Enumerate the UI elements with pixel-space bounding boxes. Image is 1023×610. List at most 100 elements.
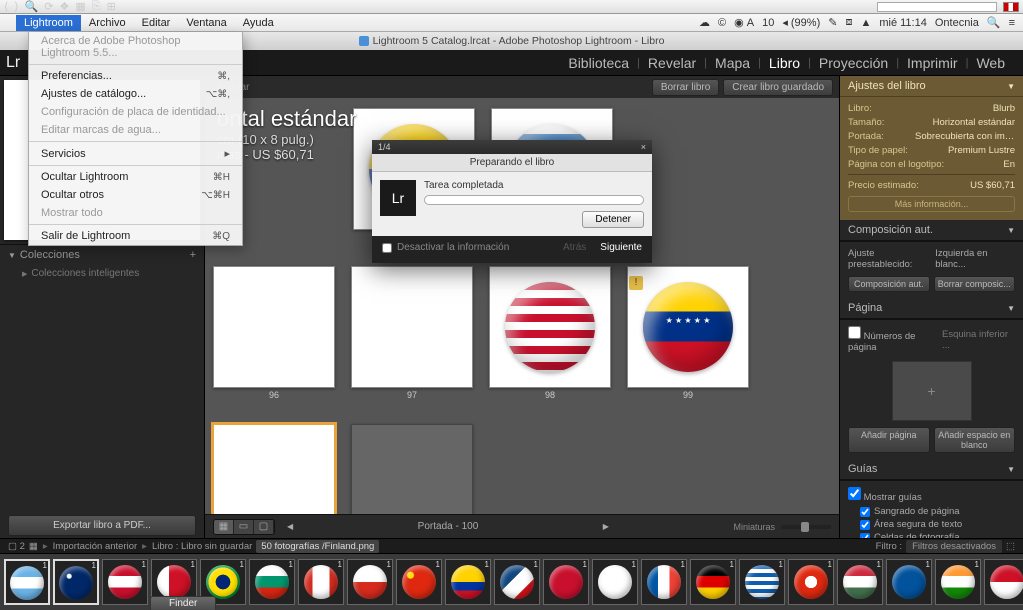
- module-revelar[interactable]: Revelar: [640, 55, 704, 71]
- menu-quit[interactable]: Salir de Lightroom⌘Q: [29, 227, 242, 245]
- filmstrip-thumb[interactable]: 1: [494, 559, 540, 605]
- module-proyeccion[interactable]: Proyección: [811, 55, 896, 71]
- os-icon[interactable]: ▦: [75, 0, 85, 13]
- os-tray-icon[interactable]: [1003, 2, 1019, 12]
- menubar-spotlight-icon[interactable]: 🔍: [987, 16, 1001, 29]
- menubar-cc-icon[interactable]: ☁: [699, 16, 710, 29]
- autolayout-button[interactable]: Composición aut.: [848, 276, 930, 292]
- filter-lock-icon[interactable]: ⬚: [1006, 541, 1015, 552]
- page-thumb[interactable]: [351, 266, 473, 388]
- menubar-notifications-icon[interactable]: ≡: [1009, 17, 1015, 29]
- menu-preferences[interactable]: Preferencias...⌘,: [29, 67, 242, 85]
- menubar-evernote-icon[interactable]: ✎: [828, 16, 837, 29]
- thumb-size-slider[interactable]: [781, 525, 831, 529]
- filmstrip-thumb[interactable]: 1: [396, 559, 442, 605]
- smart-collections[interactable]: ▶Colecciones inteligentes: [0, 265, 204, 282]
- add-page-button[interactable]: Añadir página: [848, 427, 930, 453]
- menubar-user[interactable]: Ontecnia: [935, 17, 979, 29]
- book-toolbar: guardar Borrar libro Crear libro guardad…: [205, 76, 839, 98]
- filmstrip-thumb[interactable]: 1: [249, 559, 295, 605]
- add-blank-button[interactable]: Añadir espacio en blanco: [934, 427, 1016, 453]
- warning-icon[interactable]: !: [629, 276, 643, 290]
- filmstrip-thumb[interactable]: 1: [690, 559, 736, 605]
- filmstrip-thumb[interactable]: 1: [984, 559, 1023, 605]
- dialog-close-icon[interactable]: ×: [641, 142, 646, 152]
- filmstrip-thumb[interactable]: 1: [739, 559, 785, 605]
- disable-info-checkbox[interactable]: [382, 243, 392, 253]
- os-icon[interactable]: ⟨: [4, 0, 8, 13]
- page-thumb[interactable]: [213, 266, 335, 388]
- pagenumbers-checkbox[interactable]: [848, 326, 861, 339]
- filmstrip-thumb[interactable]: 1: [445, 559, 491, 605]
- page-thumb-selected[interactable]: [213, 424, 335, 514]
- os-icon[interactable]: ⎘: [92, 0, 101, 13]
- show-guides-checkbox[interactable]: [848, 487, 861, 500]
- filmstrip-thumb[interactable]: 1: [837, 559, 883, 605]
- collections-header[interactable]: ▼Colecciones+: [0, 245, 204, 265]
- os-search-field[interactable]: [877, 2, 997, 12]
- export-pdf-button[interactable]: Exportar libro a PDF...: [8, 515, 196, 536]
- next-button[interactable]: Siguiente: [600, 242, 642, 253]
- guide-bleed-checkbox[interactable]: [860, 507, 870, 517]
- os-icon[interactable]: 🔍: [25, 0, 39, 13]
- filmstrip-thumb[interactable]: 1: [543, 559, 589, 605]
- finder-tab[interactable]: Finder: [150, 596, 216, 610]
- menu-archivo[interactable]: Archivo: [81, 15, 134, 31]
- filter-dropdown[interactable]: Filtros desactivados: [906, 540, 1002, 553]
- right-panel: Ajustes del libro▼ Libro:Blurb Tamaño:Ho…: [839, 76, 1023, 538]
- menu-ayuda[interactable]: Ayuda: [235, 15, 282, 31]
- page-thumb-empty[interactable]: [351, 424, 473, 514]
- menu-hide-lightroom[interactable]: Ocultar Lightroom⌘H: [29, 168, 242, 186]
- filmstrip-thumb[interactable]: 1: [788, 559, 834, 605]
- menubar-dropbox-icon[interactable]: ⧈: [845, 16, 852, 29]
- module-libro[interactable]: Libro: [761, 55, 808, 71]
- module-biblioteca[interactable]: Biblioteca: [560, 55, 637, 71]
- filmstrip-thumb[interactable]: 1: [4, 559, 50, 605]
- guide-textsafe-checkbox[interactable]: [860, 520, 870, 530]
- crumb-book[interactable]: Libro : Libro sin guardar: [148, 541, 256, 552]
- menu-catalog-settings[interactable]: Ajustes de catálogo...⌥⌘,: [29, 85, 242, 103]
- menu-lightroom[interactable]: Lightroom: [16, 15, 81, 31]
- crumb-import[interactable]: Importación anterior: [49, 541, 141, 552]
- save-book-button[interactable]: Crear libro guardado: [723, 79, 833, 96]
- os-icon[interactable]: ⟳: [44, 0, 53, 13]
- book-settings-header[interactable]: Ajustes del libro▼: [840, 76, 1023, 97]
- guides-header[interactable]: Guías▼: [840, 459, 1023, 480]
- filmstrip-thumb[interactable]: 1: [641, 559, 687, 605]
- menubar-notif-icon[interactable]: ◉ A: [734, 16, 754, 29]
- page-layout-preview[interactable]: +: [892, 361, 972, 421]
- page-thumb[interactable]: [627, 266, 749, 388]
- autolayout-header[interactable]: Composición aut.▼: [840, 220, 1023, 241]
- filmstrip-thumb[interactable]: 1: [592, 559, 638, 605]
- menu-services[interactable]: Servicios: [29, 144, 242, 163]
- filmstrip-thumb[interactable]: 1: [935, 559, 981, 605]
- menu-editar[interactable]: Editar: [134, 15, 179, 31]
- filmstrip-thumb[interactable]: 1: [347, 559, 393, 605]
- more-info-button[interactable]: Más información...: [848, 196, 1015, 212]
- os-icon[interactable]: ⊞: [107, 0, 116, 13]
- stop-button[interactable]: Detener: [582, 211, 644, 228]
- page-panel-header[interactable]: Página▼: [840, 298, 1023, 319]
- filmstrip-thumb[interactable]: 1: [102, 559, 148, 605]
- os-icon[interactable]: ⟩: [14, 0, 18, 13]
- filmstrip-thumb[interactable]: 1: [53, 559, 99, 605]
- module-imprimir[interactable]: Imprimir: [899, 55, 966, 71]
- menu-about[interactable]: Acerca de Adobe Photoshop Lightroom 5.5.…: [29, 32, 242, 62]
- filmstrip-thumb[interactable]: 1: [886, 559, 932, 605]
- menu-hide-others[interactable]: Ocultar otros⌥⌘H: [29, 186, 242, 204]
- filmstrip-thumb[interactable]: 1: [298, 559, 344, 605]
- grid-icon[interactable]: ▦: [25, 541, 42, 552]
- menu-ventana[interactable]: Ventana: [178, 15, 234, 31]
- os-icon[interactable]: ❖: [60, 0, 70, 13]
- module-web[interactable]: Web: [968, 55, 1013, 71]
- page-thumb[interactable]: [489, 266, 611, 388]
- clear-book-button[interactable]: Borrar libro: [652, 79, 719, 96]
- view-mode-toggle[interactable]: ▦▭▢: [213, 519, 275, 535]
- preset-dropdown[interactable]: Izquierda en blanc...: [935, 248, 1015, 270]
- guide-cells-checkbox[interactable]: [860, 533, 870, 539]
- clear-layout-button[interactable]: Borrar composic...: [934, 276, 1016, 292]
- menubar-wifi-icon[interactable]: ▲: [860, 17, 871, 29]
- crumb-current[interactable]: 50 fotografías /Finland.png: [256, 540, 379, 553]
- module-mapa[interactable]: Mapa: [707, 55, 758, 71]
- second-monitor-icon[interactable]: ▢ 2: [8, 541, 25, 552]
